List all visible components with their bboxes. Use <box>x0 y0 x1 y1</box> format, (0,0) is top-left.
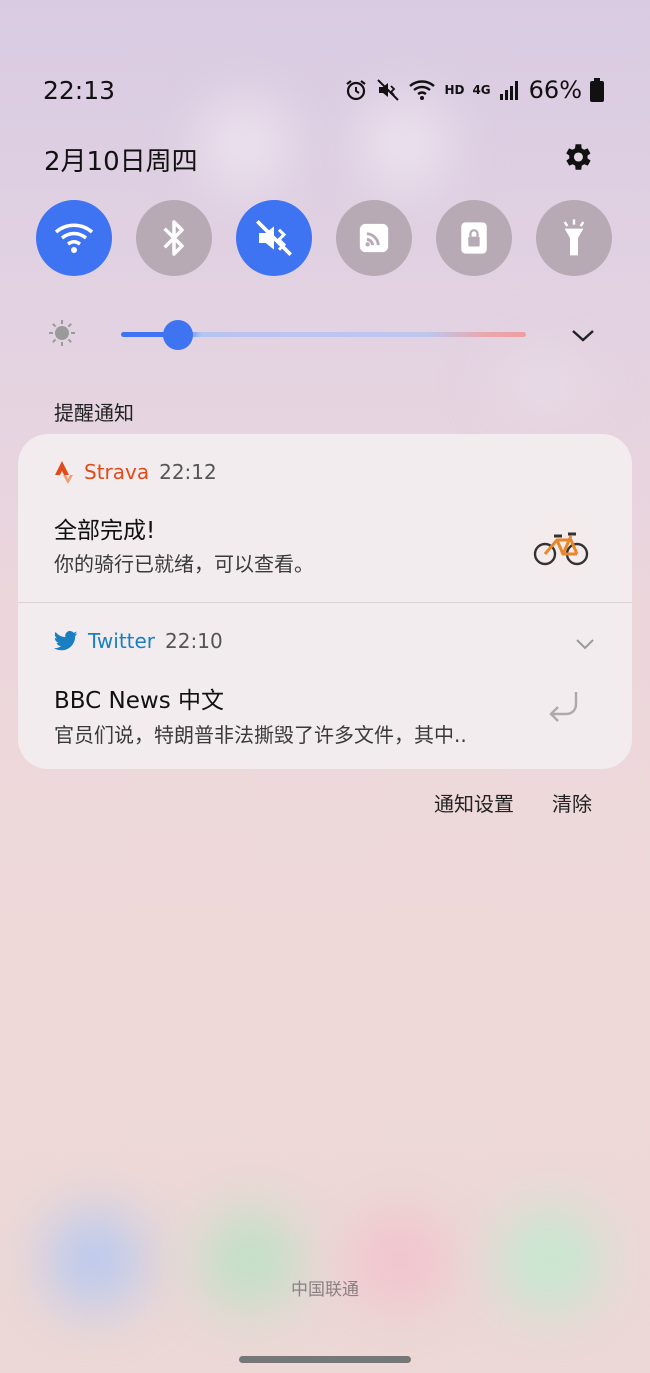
flashlight-toggle[interactable] <box>536 200 612 276</box>
notification-title: 全部完成! <box>54 518 156 544</box>
strava-icon <box>55 461 73 484</box>
notifications-section-title: 提醒通知 <box>54 401 134 425</box>
brightness-slider-thumb[interactable] <box>162 320 193 350</box>
alarm-icon <box>346 80 367 101</box>
screen-lock-toggle[interactable] <box>436 200 512 276</box>
app-name: Strava <box>84 460 150 484</box>
gear-icon[interactable] <box>560 140 594 174</box>
bluetooth-icon <box>163 220 184 256</box>
notification-settings-button[interactable]: 通知设置 <box>434 788 514 817</box>
mute-icon <box>377 79 400 101</box>
bike-thumbnail <box>528 512 594 578</box>
notification-time: 22:10 <box>165 629 223 653</box>
network-type-badge: 4G <box>472 83 491 97</box>
wallpaper-blob <box>500 350 590 420</box>
mute-icon <box>256 220 292 256</box>
wifi-icon <box>54 223 94 253</box>
notification-body: 你的骑行已就绪，可以查看。 <box>54 552 314 576</box>
battery-icon <box>590 78 604 102</box>
notification-title: BBC News 中文 <box>54 688 224 714</box>
chevron-down-icon[interactable] <box>575 637 595 651</box>
lock-icon <box>461 222 487 254</box>
reply-icon[interactable] <box>546 689 582 723</box>
date-label: 2月10日周四 <box>44 147 198 177</box>
bicycle-icon <box>533 532 589 566</box>
wifi-icon <box>409 80 436 100</box>
clear-button[interactable]: 清除 <box>552 788 592 817</box>
hd-badge: HD <box>444 83 465 97</box>
signal-icon <box>499 81 518 100</box>
brightness-icon <box>49 320 75 346</box>
status-bar: 22:13 HD 4G 66% <box>0 0 650 130</box>
notification-header: Twitter 22:10 <box>54 629 223 653</box>
chevron-down-icon[interactable] <box>570 322 596 348</box>
flashlight-icon <box>563 219 585 256</box>
bluetooth-toggle[interactable] <box>136 200 212 276</box>
nfc-icon <box>359 223 389 253</box>
nfc-toggle[interactable] <box>336 200 412 276</box>
notification-strava[interactable]: Strava 22:12 全部完成! 你的骑行已就绪，可以查看。 <box>18 434 632 602</box>
notification-header: Strava 22:12 <box>54 460 217 484</box>
notification-card: Strava 22:12 全部完成! 你的骑行已就绪，可以查看。 Twitter… <box>18 434 632 769</box>
notification-time: 22:12 <box>159 460 217 484</box>
notification-body: 官员们说，特朗普非法撕毁了许多文件，其中.. <box>54 723 467 747</box>
twitter-icon <box>54 631 78 651</box>
battery-percent: 66% <box>528 76 582 104</box>
status-time: 22:13 <box>43 76 116 105</box>
wifi-toggle[interactable] <box>36 200 112 276</box>
carrier-label: 中国联通 <box>291 1280 359 1300</box>
notification-twitter[interactable]: Twitter 22:10 BBC News 中文 官员们说，特朗普非法撕毁了许… <box>18 603 632 769</box>
status-icons: HD 4G 66% <box>344 76 604 104</box>
sound-toggle[interactable] <box>236 200 312 276</box>
quick-settings <box>36 200 614 276</box>
app-name: Twitter <box>88 629 156 653</box>
home-indicator[interactable] <box>239 1356 411 1363</box>
